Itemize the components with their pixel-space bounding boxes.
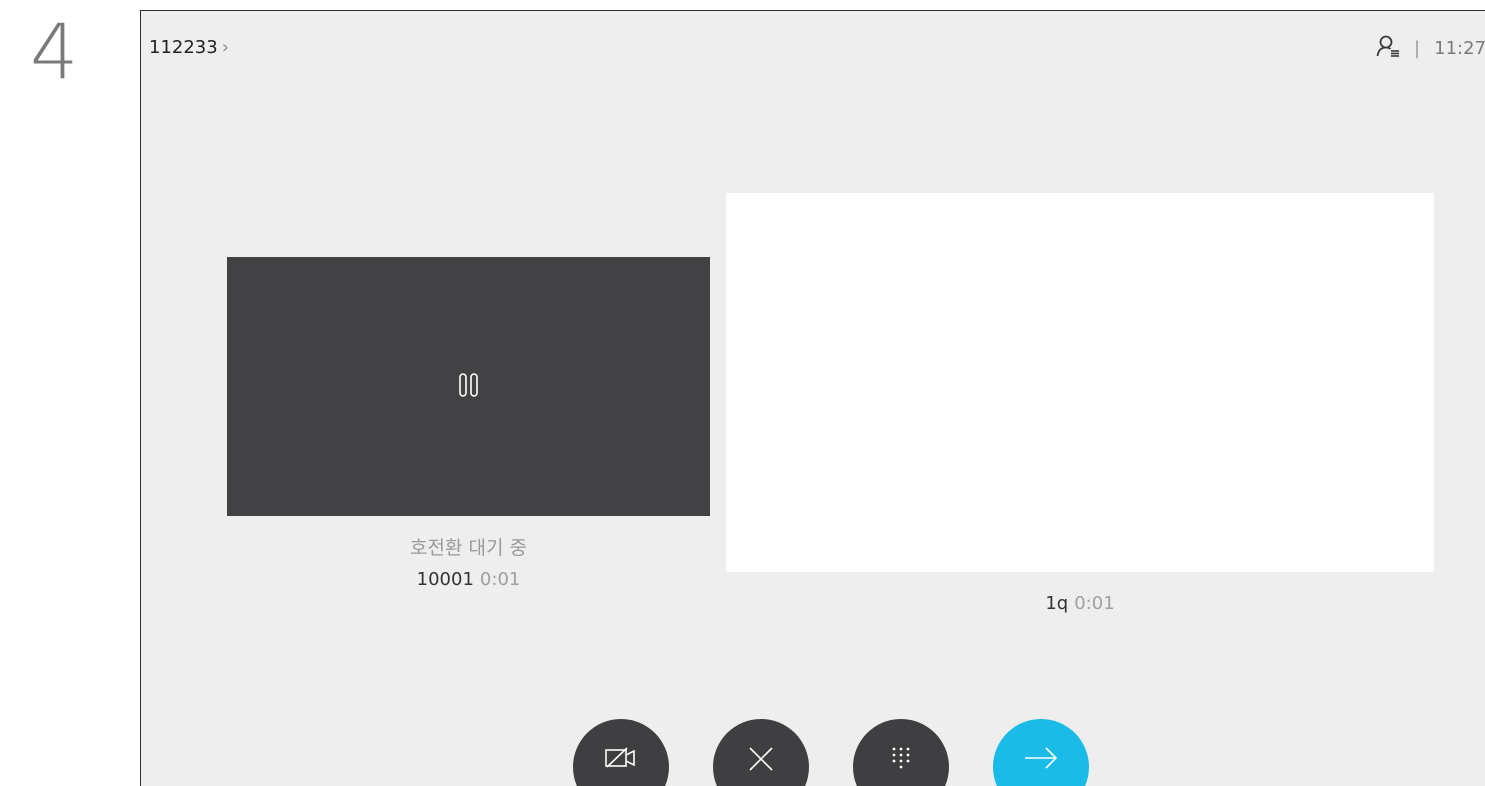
end-call-button[interactable]: [713, 719, 809, 786]
call-title[interactable]: 112233 ›: [149, 37, 229, 58]
active-call-tile[interactable]: [726, 193, 1434, 572]
active-call-duration: 0:01: [1074, 593, 1115, 614]
keypad-button[interactable]: [853, 719, 949, 786]
clock: 11:27: [1434, 38, 1485, 59]
close-icon: [747, 745, 775, 777]
held-call-info: 10001 0:01: [227, 569, 710, 590]
transfer-button[interactable]: [993, 719, 1089, 786]
keypad-icon: [890, 745, 912, 775]
step-number: 4: [30, 7, 79, 96]
held-call-name: 10001: [416, 569, 474, 590]
status-bar: | 11:27: [1376, 35, 1485, 62]
call-title-text: 112233: [149, 37, 218, 58]
held-call-tile[interactable]: [227, 257, 710, 516]
chevron-right-icon: ›: [221, 37, 229, 58]
held-call-duration: 0:01: [479, 569, 521, 590]
video-off-icon: [604, 745, 638, 775]
active-call-info: 1q 0:01: [726, 593, 1434, 614]
status-separator: |: [1414, 38, 1421, 59]
active-call-name: 1q: [1045, 593, 1069, 614]
device-screen: 112233 › | 11:27 호전환 대기 중 10001 0:01 1q …: [140, 10, 1485, 786]
video-off-button[interactable]: [573, 719, 669, 786]
call-controls: [573, 719, 1089, 786]
contacts-icon[interactable]: [1376, 35, 1400, 62]
arrow-right-icon: [1023, 745, 1059, 775]
pause-icon: [458, 372, 480, 402]
held-status-label: 호전환 대기 중: [410, 537, 527, 559]
